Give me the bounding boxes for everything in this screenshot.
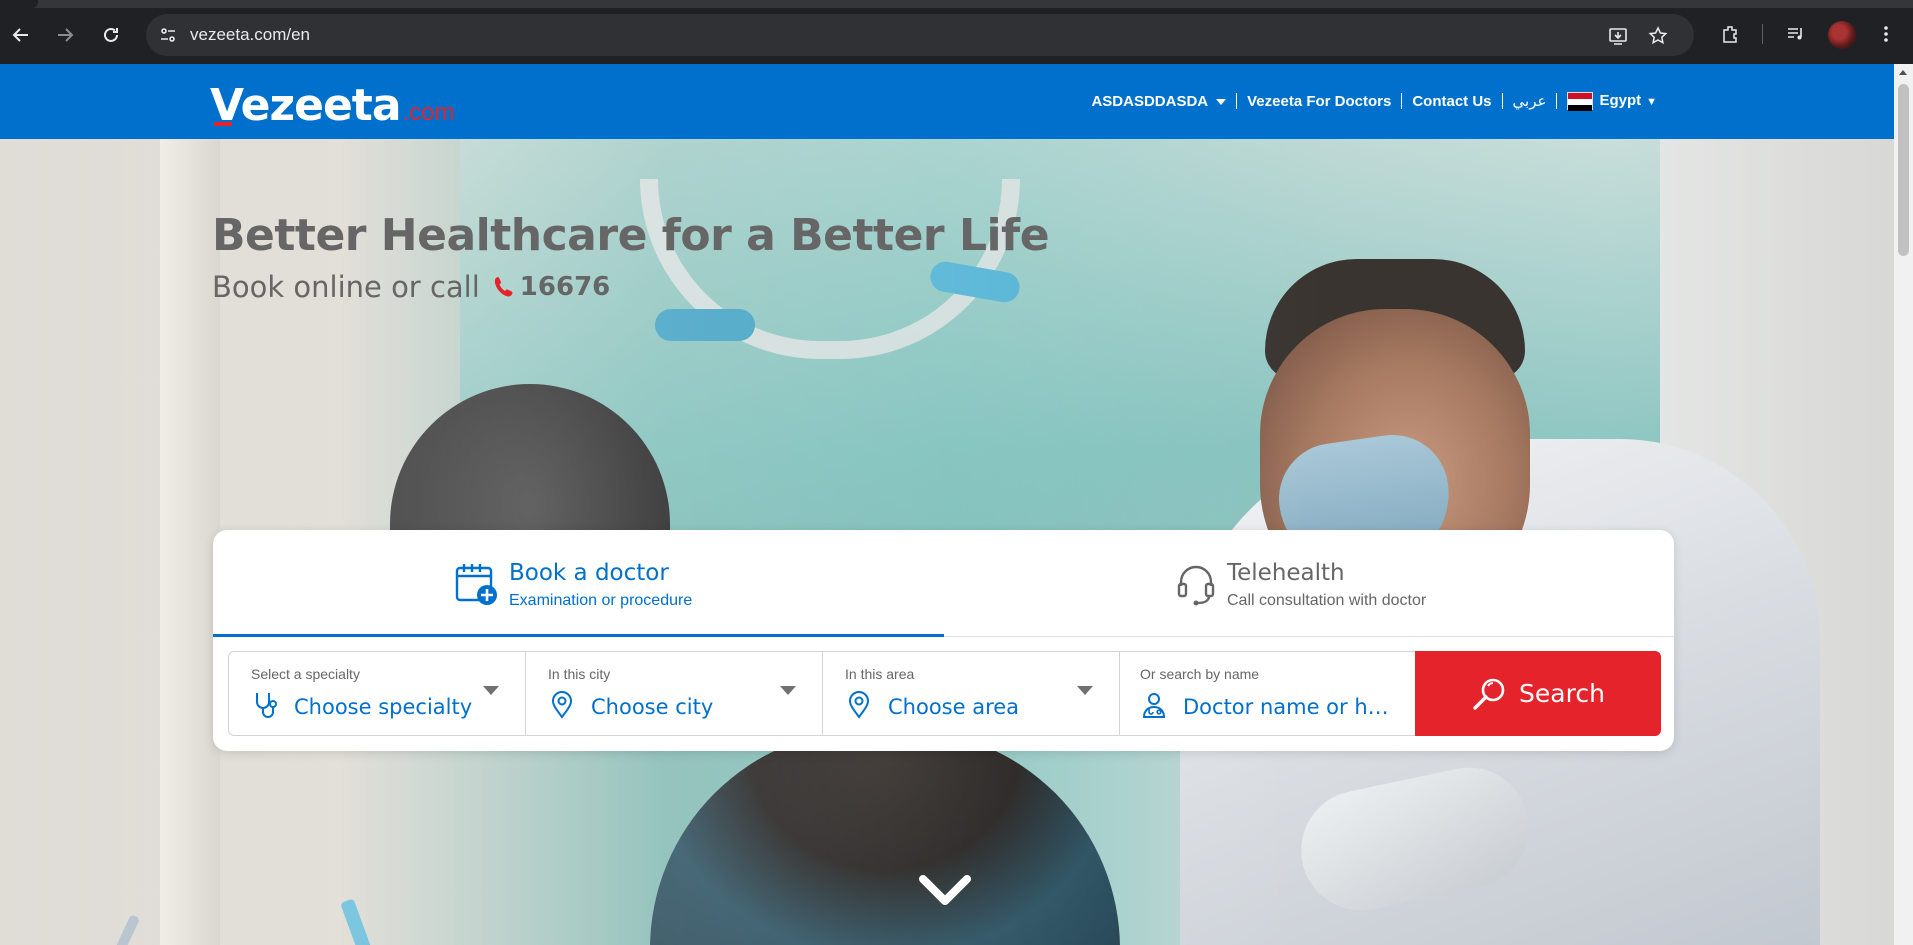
top-navigation: ASDASDDASDA Vezeeta For Doctors Contact …: [1081, 92, 1667, 112]
logo-accent: [214, 122, 232, 126]
site-header: Vezeeta .com ASDASDDASDA Vezeeta For Doc…: [0, 64, 1894, 139]
install-app-icon[interactable]: [1606, 24, 1630, 48]
scroll-up-arrow-icon[interactable]: [1899, 70, 1907, 75]
extensions-icon[interactable]: [1716, 20, 1744, 48]
browser-toolbar: vezeeta.com/en: [0, 0, 1913, 64]
media-control-icon[interactable]: [1782, 20, 1810, 48]
stethoscope-icon: [251, 690, 279, 720]
city-value: Choose city: [591, 695, 714, 719]
site-info-icon[interactable]: [156, 23, 180, 47]
vezeeta-logo[interactable]: Vezeeta .com: [210, 78, 455, 128]
name-search-placeholder: Doctor name or hospital name: [1183, 695, 1401, 719]
page-scrollbar[interactable]: [1894, 64, 1913, 945]
profile-avatar[interactable]: [1828, 21, 1856, 49]
address-bar[interactable]: vezeeta.com/en: [146, 14, 1694, 56]
search-fields: Select a specialty Choose specialty In t…: [228, 651, 1661, 736]
back-button[interactable]: [8, 22, 34, 48]
browser-tab-strip: [0, 0, 1913, 8]
tab-telehealth[interactable]: Telehealth Call consultation with doctor: [944, 530, 1675, 637]
hero-subtitle: Book online or call 16676: [212, 270, 610, 304]
doctor-icon: [1140, 690, 1168, 720]
account-name: ASDASDDASDA: [1091, 92, 1209, 110]
vezeeta-for-doctors-link[interactable]: Vezeeta For Doctors: [1237, 93, 1401, 110]
search-button[interactable]: Search: [1415, 651, 1661, 736]
forward-button[interactable]: [52, 22, 78, 48]
location-pin-icon: [548, 690, 576, 720]
triangle-down-icon: ▼: [1646, 96, 1657, 108]
dropdown-caret-icon: [780, 686, 796, 695]
contact-us-link[interactable]: Contact Us: [1402, 93, 1501, 110]
area-label: In this area: [845, 666, 915, 682]
city-label: In this city: [548, 666, 611, 682]
language-switch-link[interactable]: عربي: [1503, 92, 1557, 110]
search-button-label: Search: [1519, 679, 1605, 708]
toolbar-divider: [1762, 24, 1763, 44]
hero-subtitle-text: Book online or call: [212, 270, 480, 304]
country-selector[interactable]: Egypt ▼: [1557, 92, 1667, 112]
account-menu[interactable]: ASDASDDASDA: [1081, 93, 1236, 110]
dropdown-caret-icon: [483, 686, 499, 695]
area-select[interactable]: In this area Choose area: [822, 651, 1119, 736]
tab-telehealth-subtitle: Call consultation with doctor: [1227, 592, 1427, 609]
logo-text: Vezeeta: [210, 80, 402, 131]
search-tabs: Book a doctor Examination or procedure T…: [213, 530, 1674, 637]
location-pin-icon: [845, 690, 873, 720]
reload-button[interactable]: [98, 22, 124, 48]
phone-icon: [494, 276, 514, 298]
specialty-select[interactable]: Select a specialty Choose specialty: [228, 651, 525, 736]
reload-icon: [104, 27, 118, 42]
hero-title: Better Healthcare for a Better Life: [212, 210, 1050, 261]
city-select[interactable]: In this city Choose city: [525, 651, 822, 736]
calendar-plus-icon: [455, 562, 499, 606]
egypt-flag-icon: [1567, 92, 1594, 112]
country-name: Egypt: [1599, 92, 1642, 109]
tab-book-doctor-subtitle: Examination or procedure: [509, 592, 693, 609]
arrow-right-icon: [58, 28, 74, 42]
specialty-value: Choose specialty: [294, 695, 473, 719]
tab-book-doctor[interactable]: Book a doctor Examination or procedure: [213, 530, 944, 637]
doctor-name-input[interactable]: Or search by name Doctor name or hospita…: [1119, 651, 1415, 736]
headset-icon: [1176, 562, 1220, 606]
logo-suffix: .com: [402, 99, 455, 126]
specialty-label: Select a specialty: [251, 666, 360, 682]
name-search-label: Or search by name: [1140, 666, 1260, 682]
search-card: Book a doctor Examination or procedure T…: [213, 530, 1674, 751]
menu-kebab-icon[interactable]: [1872, 20, 1900, 48]
tab-book-doctor-title: Book a doctor: [509, 560, 669, 586]
hotline-number[interactable]: 16676: [520, 272, 610, 302]
area-value: Choose area: [888, 695, 1020, 719]
tab-telehealth-title: Telehealth: [1227, 560, 1345, 586]
chevron-down-icon: [1216, 98, 1227, 105]
scroll-down-chevron-icon[interactable]: [918, 870, 972, 910]
bookmark-star-icon[interactable]: [1646, 24, 1670, 48]
url-text[interactable]: vezeeta.com/en: [190, 25, 310, 45]
dropdown-caret-icon: [1077, 686, 1093, 695]
scrollbar-thumb[interactable]: [1898, 84, 1909, 256]
arrow-left-icon: [12, 28, 28, 42]
active-tab[interactable]: [0, 0, 38, 8]
search-icon: [1471, 676, 1507, 712]
